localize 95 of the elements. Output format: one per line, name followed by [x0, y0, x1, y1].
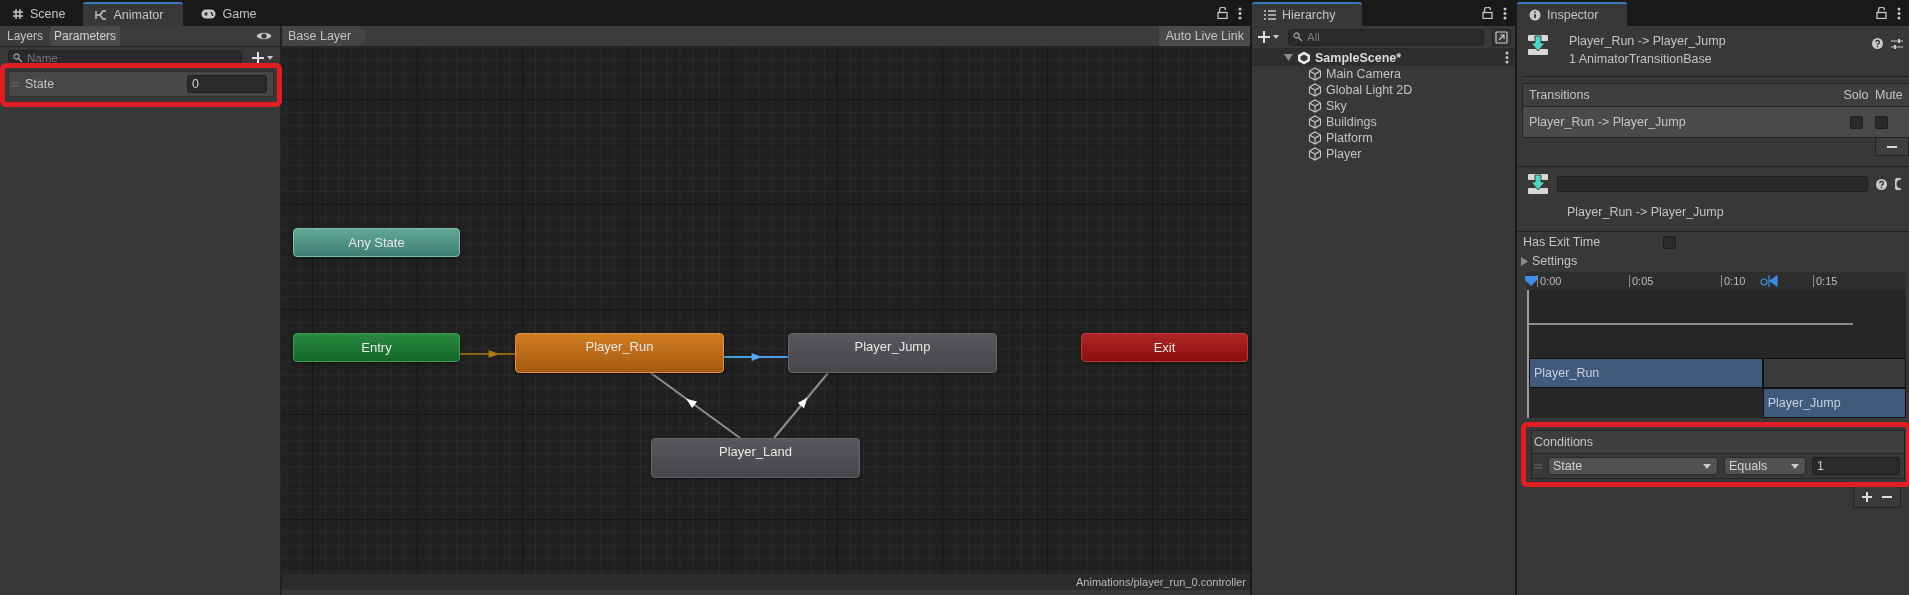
settings-foldout[interactable]: Settings [1517, 252, 1909, 270]
more-icon[interactable] [1505, 51, 1509, 64]
add-button[interactable] [1862, 490, 1872, 504]
cube-icon [1308, 115, 1322, 129]
inspector-tab[interactable]: Inspector [1517, 2, 1627, 26]
eye-icon[interactable] [256, 31, 272, 41]
add-button[interactable] [252, 51, 274, 64]
time-tick-label: 0:15 [1813, 275, 1905, 287]
parameter-row[interactable]: State 0 [8, 71, 274, 97]
caret-icon [1703, 463, 1711, 469]
transition-marker-icon[interactable] [1759, 275, 1779, 287]
cube-icon [1308, 67, 1322, 81]
info-icon [1529, 9, 1541, 21]
transition-label: Player_Run -> Player_Jump [1566, 204, 1725, 221]
hierarchy-item[interactable]: Sky [1326, 99, 1347, 113]
more-icon[interactable] [1238, 6, 1242, 20]
add-button[interactable] [1258, 31, 1280, 43]
transition-row[interactable]: Player_Run -> Player_Jump [1522, 107, 1909, 138]
hierarchy-tab[interactable]: Hierarchy [1252, 2, 1362, 26]
lock-icon[interactable] [1217, 7, 1228, 19]
grid-icon [12, 8, 24, 20]
cube-icon [1308, 147, 1322, 161]
parameter-value-field[interactable]: 0 [187, 75, 267, 93]
mute-checkbox[interactable] [1875, 115, 1888, 129]
property-label: Has Exit Time [1523, 235, 1602, 249]
inspector-subtitle: 1 AnimatorTransitionBase [1569, 52, 1713, 66]
drag-handle-icon[interactable] [1534, 463, 1542, 469]
conditions-header: Conditions [1531, 430, 1905, 454]
expand-caret-icon[interactable] [1284, 53, 1293, 62]
hierarchy-item[interactable]: Buildings [1326, 115, 1377, 129]
condition-value-field[interactable]: 1 [1812, 457, 1900, 475]
plus-icon [1258, 31, 1280, 43]
entry-node[interactable]: Entry [293, 333, 460, 362]
time-tick-label: 0:05 [1629, 275, 1721, 287]
side-tab[interactable]: Layers [3, 26, 48, 46]
transition-arrow[interactable] [459, 349, 516, 359]
hierarchy-item[interactable]: Main Camera [1326, 67, 1402, 81]
transition-arrow[interactable] [773, 372, 829, 439]
live-link-button[interactable]: Auto Live Link [1159, 26, 1250, 46]
transition-icon [1527, 173, 1549, 195]
lock-icon[interactable] [1482, 7, 1493, 19]
caret-icon [1791, 463, 1799, 469]
hierarchy-item[interactable]: Global Light 2D [1326, 83, 1413, 97]
more-icon[interactable] [1897, 6, 1901, 20]
name-field[interactable] [1557, 176, 1868, 192]
editor-tab[interactable]: Animator [83, 2, 184, 26]
controller-path: Animations/player_run_0.controller [1076, 576, 1246, 588]
solo-checkbox[interactable] [1849, 115, 1863, 129]
clip-bar[interactable]: Player_Run [1529, 358, 1763, 388]
mode-dropdown[interactable]: Equals [1724, 457, 1806, 475]
column-header: Transitions [1529, 88, 1591, 102]
branch-icon [95, 9, 108, 21]
hierarchy-item[interactable]: Player [1326, 147, 1362, 161]
transition-icon [1527, 34, 1549, 56]
cube-icon [1308, 131, 1322, 145]
scene-picker-button[interactable] [1492, 28, 1511, 46]
column-header: Solo [1842, 88, 1870, 102]
cube-icon [1308, 99, 1322, 113]
help-icon[interactable] [1876, 178, 1887, 190]
parameter-dropdown[interactable]: State [1548, 457, 1718, 475]
sliders-icon[interactable] [1891, 38, 1903, 50]
remove-button[interactable] [1875, 138, 1909, 156]
cube-icon [1308, 83, 1322, 97]
time-tick-label: 0:00 [1537, 275, 1629, 287]
caret-icon [1521, 256, 1529, 266]
state-node[interactable]: Player_Jump [788, 333, 997, 373]
editor-tab[interactable]: Game [189, 2, 269, 26]
inspector-title: Player_Run -> Player_Jump [1569, 34, 1726, 48]
exit-time-checkbox[interactable] [1663, 235, 1676, 249]
parameter-name: State [25, 77, 56, 91]
gamepad-icon [201, 9, 217, 19]
search-icon [13, 52, 23, 63]
column-header: Mute [1875, 88, 1904, 102]
editor-tab[interactable]: Scene [0, 2, 78, 26]
search-field[interactable]: All [1288, 28, 1484, 46]
exit-node[interactable]: Exit [1081, 333, 1248, 362]
plus-icon [252, 51, 274, 64]
transition-arrow[interactable] [650, 372, 741, 439]
state-node[interactable]: Player_Land [651, 438, 860, 478]
more-icon[interactable] [1503, 6, 1507, 20]
help-icon[interactable] [1872, 38, 1883, 49]
clip-bar[interactable]: Player_Jump [1762, 388, 1906, 418]
search-icon [1293, 32, 1303, 42]
plus-icon [1862, 492, 1872, 502]
transition-name: Player_Run -> Player_Jump [1529, 115, 1687, 129]
hierarchy-item[interactable]: Platform [1326, 131, 1373, 145]
minus-icon [1887, 145, 1897, 148]
minus-icon [1882, 496, 1892, 498]
breadcrumb[interactable]: Base Layer [282, 26, 368, 46]
transition-arrow[interactable] [723, 352, 789, 362]
time-marker-icon[interactable] [1525, 275, 1537, 287]
picker-icon [1495, 30, 1508, 44]
list-icon [1264, 10, 1276, 20]
side-tab[interactable]: Parameters [50, 26, 121, 46]
lock-icon[interactable] [1876, 7, 1887, 19]
